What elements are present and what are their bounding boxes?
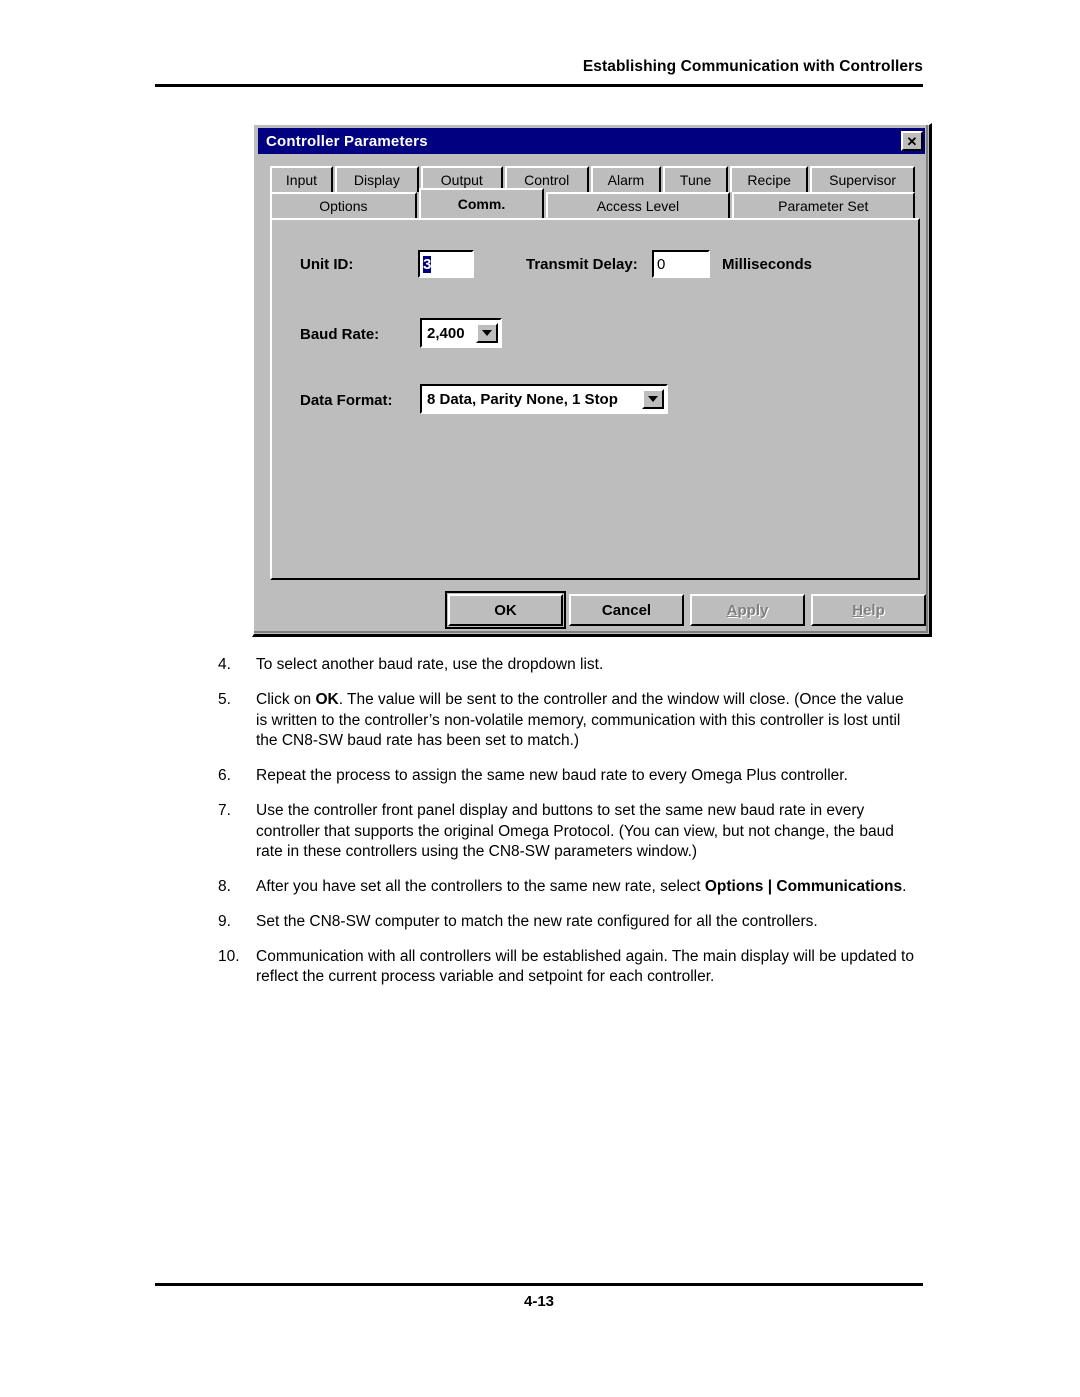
tab-options[interactable]: Options bbox=[270, 192, 417, 218]
transmit-delay-label: Transmit Delay: bbox=[526, 256, 638, 273]
tab-label: Access Level bbox=[596, 198, 680, 214]
tab-label: Supervisor bbox=[829, 172, 897, 188]
ok-button[interactable]: OK bbox=[445, 591, 566, 629]
tab-parameter-set[interactable]: Parameter Set bbox=[731, 192, 915, 218]
list-item-text: Click on OK. The value will be sent to t… bbox=[256, 690, 918, 752]
tab-label: Output bbox=[440, 172, 483, 188]
tab-label: Parameter Set bbox=[778, 198, 869, 214]
list-item-text: Repeat the process to assign the same ne… bbox=[256, 766, 918, 787]
tab-label: Comm. bbox=[457, 196, 506, 212]
list-item: 5. Click on OK. The value will be sent to… bbox=[218, 690, 918, 752]
tab-supervisor[interactable]: Supervisor bbox=[810, 166, 915, 192]
list-item-text-part: OK bbox=[315, 690, 339, 708]
tab-display[interactable]: Display bbox=[334, 166, 419, 192]
tab-row-primary: Input Display Output Control Alarm Tune Recipe… bbox=[270, 164, 915, 192]
page-footer: 4-13 bbox=[155, 1283, 923, 1323]
list-item-text-part: Click on bbox=[256, 690, 316, 708]
data-format-value: 8 Data, Parity None, 1 Stop bbox=[427, 390, 618, 408]
unit-id-input[interactable]: 3 bbox=[418, 250, 474, 278]
list-item-number: 7. bbox=[218, 801, 231, 819]
list-item: 10. Communication with all controllers wi… bbox=[218, 947, 918, 989]
tab-label: Alarm bbox=[607, 172, 645, 188]
list-item-text: To select another baud rate, use the dro… bbox=[256, 655, 918, 676]
unit-id-value: 3 bbox=[423, 255, 432, 273]
tab-label: Tune bbox=[679, 172, 712, 188]
tab-label: Input bbox=[285, 172, 318, 188]
apply-button[interactable]: Apply bbox=[690, 594, 805, 626]
tab-tune[interactable]: Tune bbox=[663, 166, 729, 192]
list-item-number: 8. bbox=[218, 878, 231, 896]
tab-recipe[interactable]: Recipe bbox=[730, 166, 809, 192]
tab-label: Recipe bbox=[747, 172, 791, 188]
list-item: 7. Use the controller front panel display… bbox=[218, 801, 918, 863]
apply-button-label: pply bbox=[737, 601, 769, 619]
list-item-text-part: Options | Communications bbox=[704, 878, 903, 896]
list-item-text-part: Use the controller front panel display a… bbox=[256, 801, 894, 861]
list-item-number: 6. bbox=[218, 767, 231, 785]
chevron-down-icon[interactable] bbox=[642, 389, 664, 409]
list-item-text-part: After you have set all the controllers t… bbox=[256, 878, 705, 896]
controller-parameters-dialog: Controller Parameters ✕ Input Display Outp… bbox=[252, 123, 932, 637]
list-item-number: 5. bbox=[218, 690, 231, 708]
list-item-text-part: Communication with all controllers will … bbox=[256, 947, 914, 986]
tab-label: Display bbox=[353, 172, 400, 188]
dialog-titlebar[interactable]: Controller Parameters ✕ bbox=[258, 128, 925, 154]
list-item-text: Set the CN8-SW computer to match the new… bbox=[256, 912, 918, 933]
page-number: 4-13 bbox=[523, 1293, 555, 1310]
list-item-text-part: Set the CN8-SW computer to match the new… bbox=[256, 912, 818, 930]
page-header-rule bbox=[155, 84, 923, 87]
chevron-down-icon[interactable] bbox=[476, 323, 498, 343]
list-item-text-part: . bbox=[902, 878, 907, 896]
list-item-number: 9. bbox=[218, 912, 231, 930]
list-item: 6. Repeat the process to assign the same … bbox=[218, 766, 918, 787]
tab-row-secondary: Options Comm. Access Level Parameter Set bbox=[270, 188, 915, 218]
baud-rate-label: Baud Rate: bbox=[300, 326, 380, 343]
list-item: 4. To select another baud rate, use the d… bbox=[218, 655, 918, 676]
baud-rate-value: 2,400 bbox=[427, 324, 465, 342]
list-item-number: 4. bbox=[218, 656, 231, 673]
list-item-text: Communication with all controllers will … bbox=[256, 947, 918, 989]
tab-comm[interactable]: Comm. bbox=[418, 188, 545, 218]
apply-button-mnemonic: A bbox=[726, 601, 738, 619]
list-item-number: 10. bbox=[218, 947, 240, 965]
transmit-delay-value: 0 bbox=[657, 255, 666, 273]
instruction-list: 4. To select another baud rate, use the d… bbox=[218, 655, 918, 1002]
tab-label: Options bbox=[319, 198, 368, 214]
list-item-text-part: Repeat the process to assign the same ne… bbox=[256, 767, 848, 785]
transmit-delay-units-label: Milliseconds bbox=[722, 256, 813, 273]
list-item: 8. After you have set all the controllers… bbox=[218, 877, 918, 898]
list-item-text: Use the controller front panel display a… bbox=[256, 801, 918, 863]
list-item: 9. Set the CN8-SW computer to match the n… bbox=[218, 912, 918, 933]
unit-id-label: Unit ID: bbox=[300, 256, 354, 273]
data-format-dropdown[interactable]: 8 Data, Parity None, 1 Stop bbox=[420, 384, 668, 414]
tab-content-panel: Unit ID: 3 Transmit Delay: 0 Millisecond… bbox=[270, 218, 920, 580]
transmit-delay-input[interactable]: 0 bbox=[652, 250, 710, 278]
list-item-text: After you have set all the controllers t… bbox=[256, 877, 918, 898]
data-format-label: Data Format: bbox=[300, 392, 393, 409]
list-item-text-part: . The value will be sent to the controll… bbox=[256, 690, 904, 750]
cancel-button[interactable]: Cancel bbox=[569, 594, 684, 626]
tab-access-level[interactable]: Access Level bbox=[546, 192, 730, 218]
tab-input[interactable]: Input bbox=[270, 166, 333, 192]
page-header: Establishing Communication with Controll… bbox=[155, 58, 923, 88]
help-button-mnemonic: H bbox=[852, 601, 864, 619]
page-footer-rule bbox=[155, 1283, 923, 1286]
tab-label: Control bbox=[524, 172, 570, 188]
page-header-title: Establishing Communication with Controll… bbox=[582, 58, 923, 75]
help-button[interactable]: Help bbox=[811, 594, 926, 626]
dialog-title: Controller Parameters bbox=[266, 132, 428, 150]
list-item-text-part: To select another baud rate, use the dro… bbox=[256, 656, 604, 673]
close-icon[interactable]: ✕ bbox=[901, 131, 923, 151]
help-button-label: elp bbox=[863, 601, 885, 619]
tab-alarm[interactable]: Alarm bbox=[590, 166, 662, 192]
baud-rate-dropdown[interactable]: 2,400 bbox=[420, 318, 502, 348]
